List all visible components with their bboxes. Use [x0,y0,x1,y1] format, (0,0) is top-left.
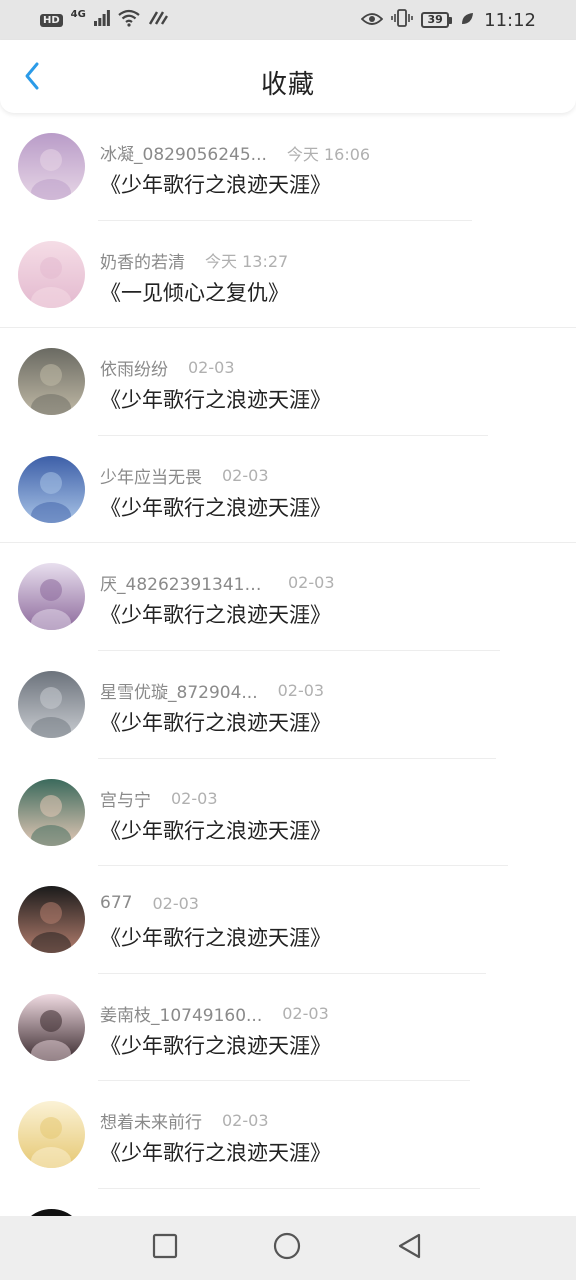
book-title[interactable]: 《少年歌行之浪迹天涯》 [100,815,331,845]
square-icon [152,1233,178,1263]
status-time: 11:12 [484,9,536,31]
avatar[interactable] [18,1101,85,1169]
post-time: 今天 16:06 [286,144,371,164]
avatar[interactable] [18,886,85,954]
book-title[interactable]: 《少年歌行之浪迹天涯》 [100,1137,331,1167]
recent-apps-button[interactable] [151,1233,179,1263]
avatar[interactable] [18,240,85,308]
favorite-item[interactable]: 奶香的若清 今天 13:27 《一见倾心之复仇》 [0,221,576,329]
favorite-item[interactable]: 依雨纷纷 02-03 《少年歌行之浪迹天涯》 [0,328,576,436]
post-time: 02-03 [282,1003,329,1023]
user-name[interactable]: 冰凝_0829056245... [100,140,267,165]
vibrate-icon [391,9,413,31]
item-meta: 冰凝_0829056245... 今天 16:06 [100,140,371,166]
item-meta: 星雪优璇_872904... 02-03 [100,678,324,703]
post-time: 02-03 [152,893,199,913]
network-type: 4G [70,8,86,20]
page-title: 收藏 [260,70,315,100]
post-time: 今天 13:27 [205,252,289,272]
book-title[interactable]: 《少年歌行之浪迹天涯》 [100,922,331,952]
hd-badge: HD [40,13,63,27]
user-name[interactable]: 依雨纷纷 [100,355,168,380]
item-meta: 厌_482623913412... 02-03 [100,570,335,595]
post-time: 02-03 [222,1111,269,1131]
favorite-item[interactable]: 想着未来前行 02-03 《少年歌行之浪迹天涯》 [0,1081,576,1189]
favorite-item[interactable]: 宫与宁 02-03 《少年歌行之浪迹天涯》 [0,759,576,867]
avatar[interactable] [18,348,85,416]
user-name[interactable]: 星雪优璇_872904... [100,678,258,703]
book-title[interactable]: 《一见倾心之复仇》 [100,277,289,307]
user-name[interactable]: 厌_482623913412... [100,570,268,595]
book-title[interactable]: 《少年歌行之浪迹天涯》 [100,707,331,737]
avatar[interactable] [18,778,85,846]
user-name[interactable]: 姜南枝_10749160... [100,1001,262,1026]
user-name[interactable]: 少年应当无畏 [100,463,202,488]
item-meta: 奶香的若清 今天 13:27 [100,248,288,273]
divider [98,1187,480,1189]
avatar[interactable] [18,563,85,631]
avatar[interactable] [18,670,85,738]
post-time: 02-03 [171,788,218,808]
book-title[interactable]: 《少年歌行之浪迹天涯》 [100,1030,331,1060]
favorite-item[interactable]: 星雪优璇_872904... 02-03 《少年歌行之浪迹天涯》 [0,651,576,759]
avatar[interactable] [18,133,85,200]
navigation-bar [0,1216,576,1280]
avatar[interactable] [18,455,85,523]
leaf-icon [460,11,474,30]
book-title[interactable]: 《少年歌行之浪迹天涯》 [100,169,331,199]
status-left: HD 4G [40,9,168,31]
user-name[interactable]: 奶香的若清 [100,248,185,273]
favorite-item[interactable]: 少年应当无畏 02-03 《少年歌行之浪迹天涯》 [0,436,576,544]
battery-icon: 39 [421,12,453,28]
item-meta: 宫与宁 02-03 [100,786,218,811]
favorites-list: 冰凝_0829056245... 今天 16:06 《少年歌行之浪迹天涯》 奶香的若清… [0,113,576,1276]
favorite-item[interactable]: 冰凝_0829056245... 今天 16:06 《少年歌行之浪迹天涯》 [0,113,576,221]
battery-level: 39 [421,12,450,28]
triangle-back-icon [396,1232,422,1264]
item-meta: 677 02-03 [100,893,199,913]
favorite-item[interactable]: 姜南枝_10749160... 02-03 《少年歌行之浪迹天涯》 [0,974,576,1082]
item-meta: 少年应当无畏 02-03 [100,463,269,488]
home-button[interactable] [273,1232,301,1264]
post-time: 02-03 [288,573,335,593]
book-title[interactable]: 《少年歌行之浪迹天涯》 [100,599,331,629]
user-name[interactable]: 宫与宁 [100,786,151,811]
data-saver-icon [148,10,168,30]
header: 收藏 [0,40,576,113]
status-right: 39 11:12 [360,9,536,31]
status-bar: HD 4G 39 11:12 [0,0,576,40]
book-title[interactable]: 《少年歌行之浪迹天涯》 [100,492,331,522]
book-title[interactable]: 《少年歌行之浪迹天涯》 [100,384,331,414]
post-time: 02-03 [188,358,235,378]
post-time: 02-03 [277,680,325,700]
eye-icon [360,11,384,30]
circle-icon [273,1232,301,1264]
item-meta: 姜南枝_10749160... 02-03 [100,1001,329,1026]
signal-icon [93,10,110,30]
favorite-item[interactable]: 厌_482623913412... 02-03 《少年歌行之浪迹天涯》 [0,543,576,651]
avatar[interactable] [18,993,85,1061]
post-time: 02-03 [222,465,269,485]
nav-back-button[interactable] [395,1232,423,1264]
favorite-item[interactable]: 677 02-03 《少年歌行之浪迹天涯》 [0,866,576,974]
item-meta: 依雨纷纷 02-03 [100,355,235,380]
battery-tip [449,16,453,24]
wifi-icon [118,9,140,31]
user-name[interactable]: 想着未来前行 [100,1108,202,1133]
user-name[interactable]: 677 [100,893,132,913]
item-meta: 想着未来前行 02-03 [100,1108,269,1133]
